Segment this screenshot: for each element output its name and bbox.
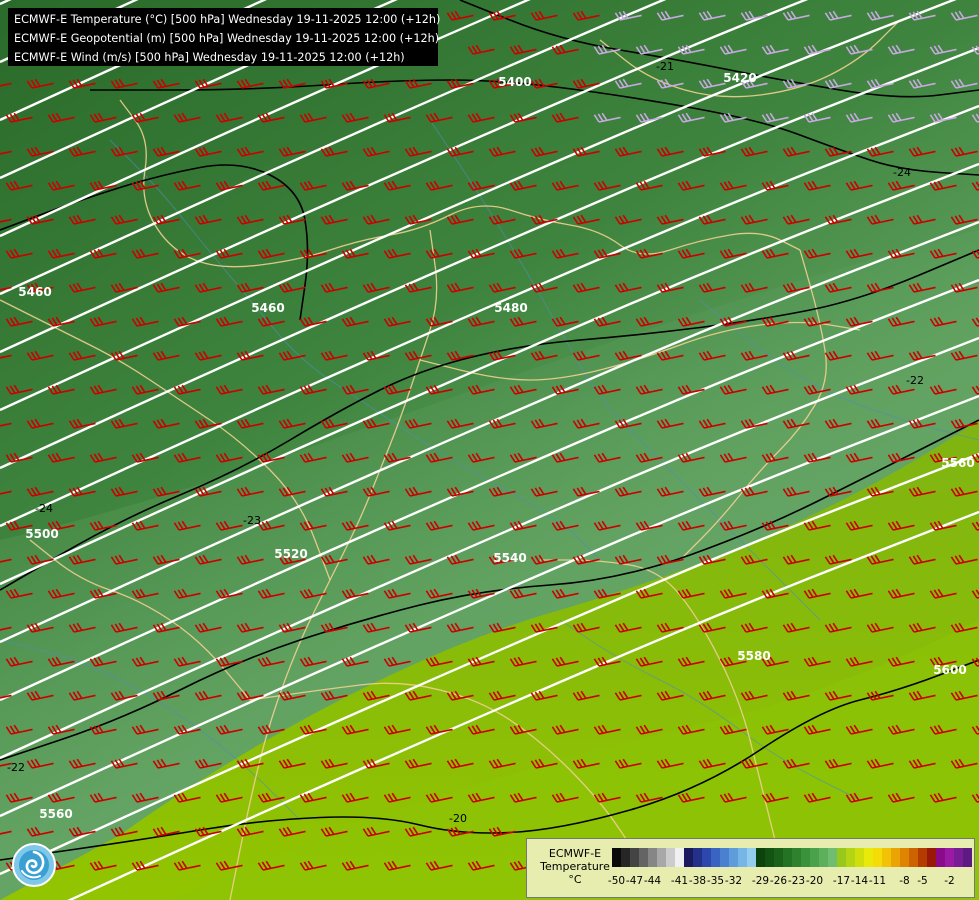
geopotential-label: 5560 (941, 456, 974, 470)
legend-swatch (846, 848, 855, 867)
geopotential-label: 5580 (737, 649, 770, 663)
legend-variable: Temperature (540, 860, 610, 873)
legend-tick: -50 (607, 875, 626, 887)
temperature-label: -22 (906, 374, 924, 387)
temperature-label: -20 (449, 812, 467, 825)
geopotential-label: 5400 (498, 75, 531, 89)
map-title-box: ECMWF-E Temperature (°C) [500 hPa] Wedne… (8, 8, 441, 66)
legend-swatch (729, 848, 738, 867)
legend-swatch (828, 848, 837, 867)
geopotential-label: 5500 (25, 527, 58, 541)
geopotential-label: 5540 (493, 551, 526, 565)
legend-tick: -8 (899, 875, 910, 887)
weather-map: 5400 5420 5460 5460 5480 5500 5520 5540 5560 5560… (0, 0, 979, 900)
legend-swatch (648, 848, 657, 867)
legend-tick: -29 (751, 875, 770, 887)
legend-swatch (639, 848, 648, 867)
legend-tick: -2 (944, 875, 955, 887)
legend-tick: -5 (917, 875, 928, 887)
legend-swatch (918, 848, 927, 867)
geopotential-label: 5460 (18, 285, 51, 299)
legend-swatch (612, 848, 621, 867)
ecmwf-swirl-logo-icon (12, 843, 56, 887)
legend-swatch (657, 848, 666, 867)
geopotential-label: 5480 (494, 301, 527, 315)
swirl-icon (19, 850, 49, 880)
legend-swatch (702, 848, 711, 867)
temperature-label: -23 (243, 514, 261, 527)
legend-swatch (684, 848, 693, 867)
legend-tick: -38 (688, 875, 707, 887)
legend-title: ECMWF-E Temperature °C (533, 847, 617, 886)
temperature-label: -21 (656, 60, 674, 73)
legend-swatch (882, 848, 891, 867)
legend-swatch (738, 848, 747, 867)
legend-swatch (756, 848, 765, 867)
legend-swatch (765, 848, 774, 867)
legend-swatch (711, 848, 720, 867)
geopotential-label: 5460 (251, 301, 284, 315)
legend-swatch (954, 848, 963, 867)
geopotential-label: 5560 (39, 807, 72, 821)
legend-tick: -44 (643, 875, 662, 887)
legend-tick: -35 (706, 875, 725, 887)
weather-map-viewer: 5400 5420 5460 5460 5480 5500 5520 5540 5560 5560… (0, 0, 979, 900)
legend-swatch (774, 848, 783, 867)
legend-swatch (693, 848, 702, 867)
geopotential-label: 5600 (933, 663, 966, 677)
legend-tick: -20 (805, 875, 824, 887)
legend-swatch (621, 848, 630, 867)
legend-swatch (792, 848, 801, 867)
legend-swatch (666, 848, 675, 867)
legend-swatch (747, 848, 756, 867)
temperature-legend: ECMWF-E Temperature °C -50 -47 -44 -41 -38 -3… (526, 838, 975, 898)
legend-swatch (936, 848, 945, 867)
legend-tick: -23 (787, 875, 806, 887)
legend-swatch (675, 848, 684, 867)
legend-swatch (783, 848, 792, 867)
legend-swatch (873, 848, 882, 867)
legend-swatch (909, 848, 918, 867)
geopotential-label: 5420 (723, 71, 756, 85)
legend-tick: -17 (832, 875, 851, 887)
title-geopotential: ECMWF-E Geopotential (m) [500 hPa] Wedne… (14, 32, 440, 45)
title-temperature: ECMWF-E Temperature (°C) [500 hPa] Wedne… (14, 13, 441, 26)
legend-unit: °C (568, 873, 582, 886)
legend-swatch (720, 848, 729, 867)
legend-model: ECMWF-E (548, 847, 602, 860)
legend-swatch (810, 848, 819, 867)
legend-swatch (927, 848, 936, 867)
temperature-label: -24 (893, 166, 911, 179)
legend-tick: -32 (724, 875, 743, 887)
legend-tick-labels: -50 -47 -44 -41 -38 -35 -32 -29 -26 -23 -20 -17 -14-… (608, 875, 972, 889)
legend-tick: -41 (670, 875, 689, 887)
legend-tick: -26 (769, 875, 788, 887)
legend-tick: -47 (625, 875, 644, 887)
legend-color-scale (612, 848, 972, 867)
temperature-label: -22 (7, 761, 25, 774)
legend-swatch (630, 848, 639, 867)
legend-swatch (855, 848, 864, 867)
geopotential-label: 5520 (274, 547, 307, 561)
legend-swatch (963, 848, 972, 867)
legend-swatch (900, 848, 909, 867)
legend-swatch (891, 848, 900, 867)
legend-swatch (801, 848, 810, 867)
legend-swatch (864, 848, 873, 867)
legend-swatch (837, 848, 846, 867)
legend-swatch (945, 848, 954, 867)
legend-tick: -11 (868, 875, 887, 887)
title-wind: ECMWF-E Wind (m/s) [500 hPa] Wednesday 1… (14, 51, 405, 64)
legend-swatch (819, 848, 828, 867)
legend-tick: -14 (850, 875, 869, 887)
temperature-label: -24 (35, 502, 53, 515)
